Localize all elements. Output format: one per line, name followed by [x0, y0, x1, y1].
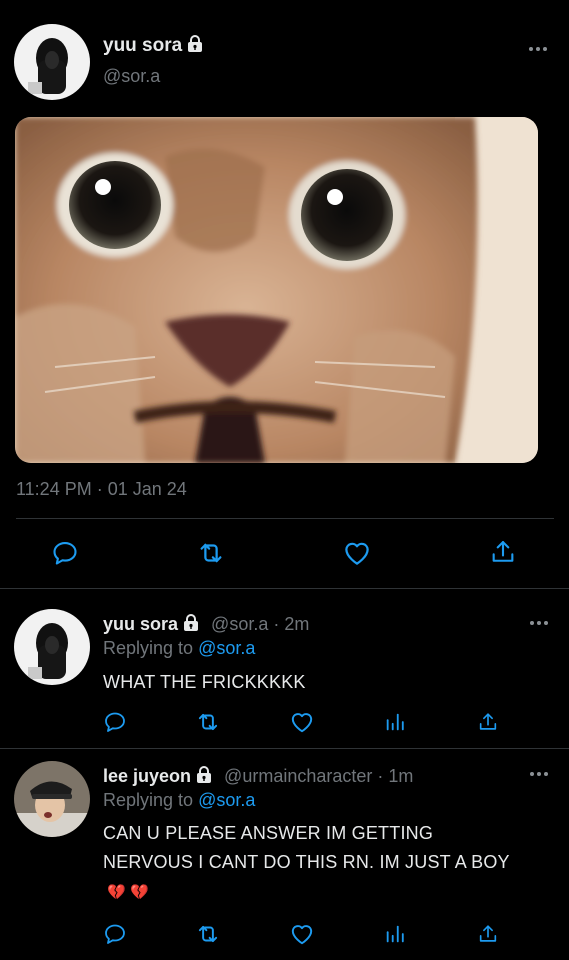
author-name-text: yuu sora [103, 35, 183, 56]
author-handle-time: @urmaincharacter · 1m [224, 766, 414, 786]
reply-action-bar [0, 920, 569, 950]
avatar[interactable] [14, 24, 90, 100]
avatar[interactable] [14, 761, 90, 837]
share-icon[interactable] [485, 534, 521, 570]
retweet-icon[interactable] [194, 708, 222, 736]
retweet-icon[interactable] [193, 535, 229, 571]
more-icon[interactable] [530, 621, 550, 627]
reply-icon[interactable] [101, 708, 129, 736]
replying-to-label: Replying to [103, 790, 194, 810]
broken-heart-emoji: 💔 💔 [107, 884, 150, 901]
analytics-icon[interactable] [381, 708, 409, 736]
replying-to-label: Replying to [103, 638, 194, 658]
divider [0, 748, 569, 749]
reply-icon[interactable] [47, 535, 83, 571]
replying-to: Replying to @sor.a [103, 790, 255, 811]
reply-icon[interactable] [101, 920, 129, 948]
retweet-icon[interactable] [194, 920, 222, 948]
divider [16, 518, 554, 519]
main-tweet-header: yuu sora @sor.a [14, 24, 555, 104]
like-icon[interactable] [288, 708, 316, 736]
more-icon[interactable] [529, 47, 549, 53]
lock-icon [186, 34, 204, 52]
analytics-icon[interactable] [381, 920, 409, 948]
tweet-timestamp[interactable]: 11:24 PM · 01 Jan 24 [16, 479, 187, 500]
tweet-action-bar [0, 534, 569, 574]
replying-to-link[interactable]: @sor.a [198, 638, 255, 658]
author-name[interactable]: yuu sora [103, 34, 204, 57]
reply-text-body: CAN U PLEASE ANSWER IM GETTING NERVOUS I… [103, 823, 510, 872]
reply-text: WHAT THE FRICKKKKK [103, 672, 306, 692]
lock-icon [195, 765, 213, 783]
author-handle-time: @sor.a · 2m [211, 614, 310, 634]
like-icon[interactable] [339, 535, 375, 571]
avatar[interactable] [14, 609, 90, 685]
replying-to-link[interactable]: @sor.a [198, 790, 255, 810]
author-handle[interactable]: @sor.a [103, 66, 160, 87]
reply-header: yuu sora @sor.a · 2m [103, 613, 309, 635]
replying-to: Replying to @sor.a [103, 638, 255, 659]
reply-action-bar [0, 708, 569, 738]
reply-header: lee juyeon @urmaincharacter · 1m [103, 765, 413, 787]
lock-icon [182, 613, 200, 631]
divider [0, 588, 569, 589]
reply-text: CAN U PLEASE ANSWER IM GETTING NERVOUS I… [103, 819, 523, 907]
share-icon[interactable] [474, 920, 502, 948]
more-icon[interactable] [530, 772, 550, 778]
tweet-media-image[interactable] [15, 117, 538, 463]
author-name[interactable]: lee juyeon [103, 766, 191, 786]
author-name[interactable]: yuu sora [103, 614, 178, 634]
like-icon[interactable] [288, 920, 316, 948]
startled-cat-photo [15, 117, 538, 463]
share-icon[interactable] [474, 708, 502, 736]
